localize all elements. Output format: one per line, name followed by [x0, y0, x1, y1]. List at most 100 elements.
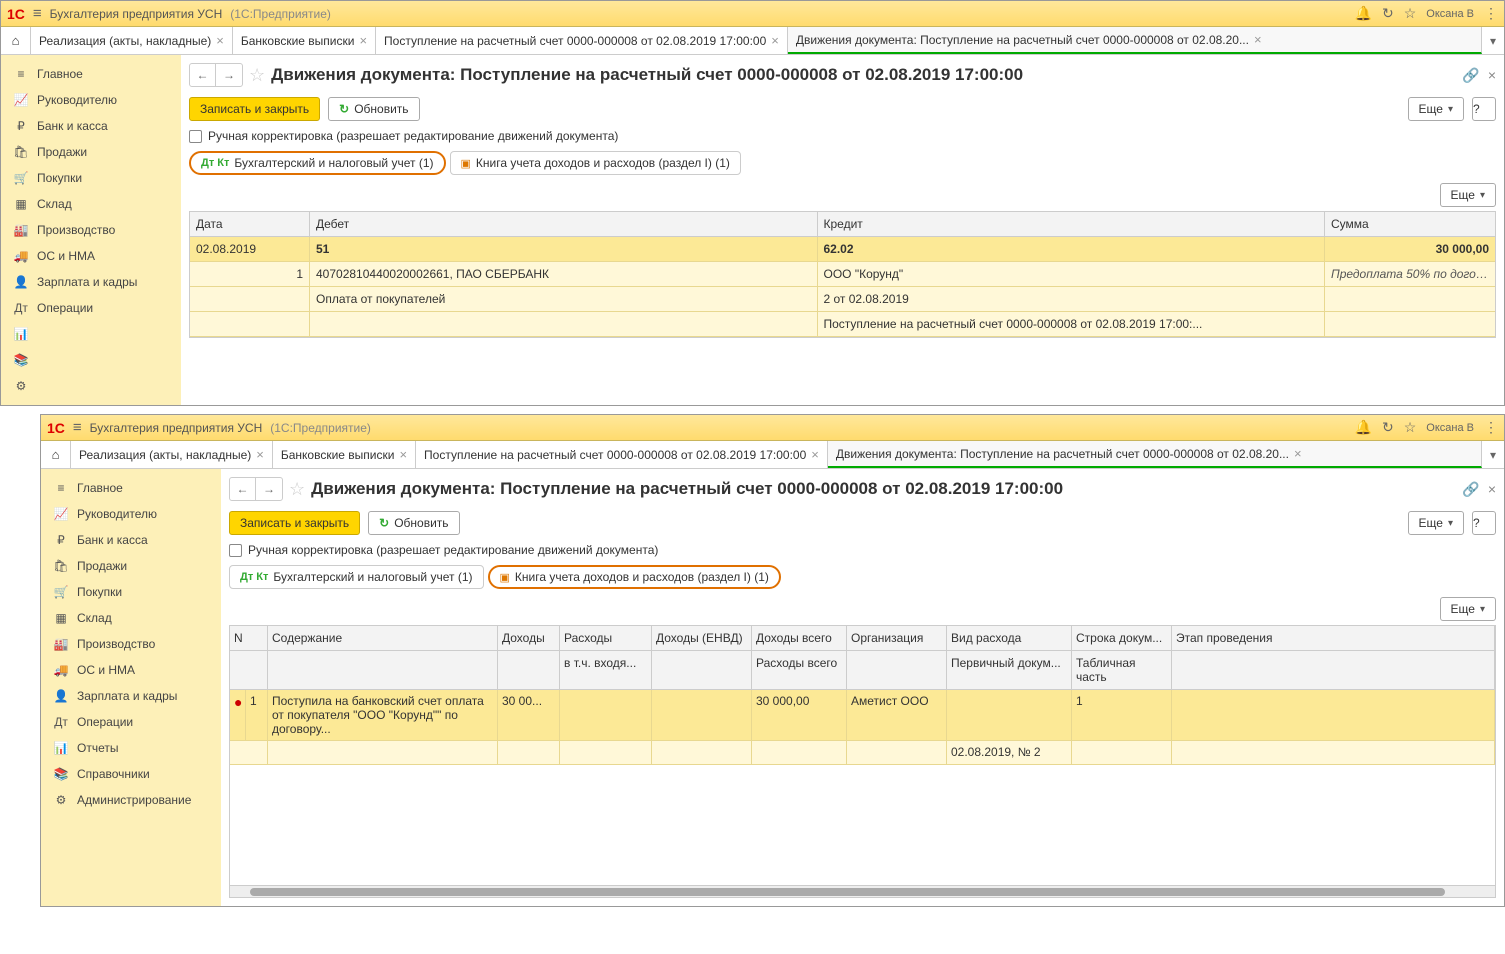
- grid-row[interactable]: 02.08.2019, № 2: [230, 741, 1495, 765]
- tab-0[interactable]: Реализация (акты, накладные)×: [31, 27, 233, 54]
- refresh-button[interactable]: ↻Обновить: [368, 511, 459, 535]
- sidebar-item-purchases[interactable]: 🛒Покупки: [41, 579, 221, 605]
- history-icon[interactable]: ↻: [1382, 5, 1394, 22]
- cell-empty: [1172, 741, 1495, 764]
- sidebar-item-ops[interactable]: ДтОперации: [1, 295, 181, 321]
- tab-kudir[interactable]: ▣Книга учета доходов и расходов (раздел …: [450, 151, 741, 175]
- back-button[interactable]: ←: [230, 478, 256, 500]
- sidebar-item-boss[interactable]: 📈Руководителю: [41, 501, 221, 527]
- close-icon[interactable]: ×: [256, 447, 264, 462]
- grid-more-button[interactable]: Еще: [1440, 183, 1496, 207]
- history-icon[interactable]: ↻: [1382, 419, 1394, 436]
- close-icon[interactable]: ×: [771, 33, 779, 48]
- tab-kudir[interactable]: ▣Книга учета доходов и расходов (раздел …: [488, 565, 781, 589]
- sidebar-item-reports[interactable]: 📊: [1, 321, 181, 347]
- sidebar-item-boss[interactable]: 📈Руководителю: [1, 87, 181, 113]
- sidebar-item-bank[interactable]: ₽Банк и касса: [41, 527, 221, 553]
- bell-icon[interactable]: 🔔: [1355, 5, 1372, 22]
- sidebar-item-bank[interactable]: ₽Банк и касса: [1, 113, 181, 139]
- grid-row[interactable]: ● 1 Поступила на банковский счет оплата …: [230, 690, 1495, 741]
- menu-icon[interactable]: ≡: [73, 419, 82, 436]
- close-icon[interactable]: ×: [1254, 32, 1262, 47]
- back-button[interactable]: ←: [190, 64, 216, 86]
- bell-icon[interactable]: 🔔: [1355, 419, 1372, 436]
- horizontal-scrollbar[interactable]: [230, 885, 1495, 897]
- sidebar-label: ОС и НМА: [77, 663, 135, 677]
- sidebar-item-warehouse[interactable]: ▦Склад: [1, 191, 181, 217]
- sidebar-item-sales[interactable]: 🛍Продажи: [1, 139, 181, 165]
- sidebar-item-production[interactable]: 🏭Производство: [1, 217, 181, 243]
- close-page-icon[interactable]: ×: [1488, 481, 1496, 497]
- titlebar-dropdown-icon[interactable]: ⋮: [1484, 5, 1498, 22]
- sidebar-item-sales[interactable]: 🛍Продажи: [41, 553, 221, 579]
- favorite-icon[interactable]: ☆: [289, 479, 305, 500]
- cell-income-total: 30 000,00: [752, 690, 847, 740]
- close-icon[interactable]: ×: [359, 33, 367, 48]
- sidebar-item-admin[interactable]: ⚙Администрирование: [41, 787, 221, 813]
- col-debit: Дебет: [310, 212, 818, 236]
- save-close-button[interactable]: Записать и закрыть: [189, 97, 320, 121]
- sidebar-item-salary[interactable]: 👤Зарплата и кадры: [41, 683, 221, 709]
- sidebar-item-main[interactable]: ≡Главное: [1, 61, 181, 87]
- sidebar-item-salary[interactable]: 👤Зарплата и кадры: [1, 269, 181, 295]
- manual-edit-checkbox[interactable]: [229, 544, 242, 557]
- sidebar-item-refs[interactable]: 📚Справочники: [41, 761, 221, 787]
- page-title: Движения документа: Поступление на расче…: [271, 65, 1456, 85]
- manual-edit-checkbox[interactable]: [189, 130, 202, 143]
- tab-1[interactable]: Банковские выписки×: [233, 27, 376, 54]
- save-close-button[interactable]: Записать и закрыть: [229, 511, 360, 535]
- tab-accounting[interactable]: Дт КтБухгалтерский и налоговый учет (1): [229, 565, 484, 589]
- star-icon[interactable]: ☆: [1404, 5, 1417, 22]
- forward-button[interactable]: →: [256, 478, 282, 500]
- close-icon[interactable]: ×: [1294, 446, 1302, 461]
- grid-row[interactable]: Оплата от покупателей 2 от 02.08.2019: [190, 287, 1495, 312]
- tab-home[interactable]: ⌂: [1, 27, 31, 54]
- link-icon[interactable]: 🔗: [1462, 481, 1479, 498]
- tab-2[interactable]: Поступление на расчетный счет 0000-00000…: [416, 441, 828, 468]
- close-icon[interactable]: ×: [399, 447, 407, 462]
- sidebar-item-warehouse[interactable]: ▦Склад: [41, 605, 221, 631]
- tab-accounting[interactable]: Дт КтБухгалтерский и налоговый учет (1): [189, 151, 446, 175]
- sidebar-item-os[interactable]: 🚚ОС и НМА: [1, 243, 181, 269]
- sidebar-item-production[interactable]: 🏭Производство: [41, 631, 221, 657]
- tab-dropdown-icon[interactable]: ▾: [1482, 441, 1504, 468]
- sidebar-item-os[interactable]: 🚚ОС и НМА: [41, 657, 221, 683]
- refresh-button[interactable]: ↻Обновить: [328, 97, 419, 121]
- link-icon[interactable]: 🔗: [1462, 67, 1479, 84]
- scroll-thumb[interactable]: [250, 888, 1445, 896]
- tab-1[interactable]: Банковские выписки×: [273, 441, 416, 468]
- help-button[interactable]: ?: [1472, 97, 1496, 121]
- forward-button[interactable]: →: [216, 64, 242, 86]
- tab-3[interactable]: Движения документа: Поступление на расче…: [828, 441, 1482, 468]
- star-icon[interactable]: ☆: [1404, 419, 1417, 436]
- tab-dropdown-icon[interactable]: ▾: [1482, 27, 1504, 54]
- cell-empty: [847, 741, 947, 764]
- truck-icon: 🚚: [13, 249, 29, 263]
- tab-0[interactable]: Реализация (акты, накладные)×: [71, 441, 273, 468]
- favorite-icon[interactable]: ☆: [249, 65, 265, 86]
- more-button[interactable]: Еще: [1408, 511, 1464, 535]
- more-button[interactable]: Еще: [1408, 97, 1464, 121]
- titlebar-dropdown-icon[interactable]: ⋮: [1484, 419, 1498, 436]
- sidebar-item-reports[interactable]: 📊Отчеты: [41, 735, 221, 761]
- sidebar-item-main[interactable]: ≡Главное: [41, 475, 221, 501]
- grid-row[interactable]: Поступление на расчетный счет 0000-00000…: [190, 312, 1495, 337]
- close-page-icon[interactable]: ×: [1488, 67, 1496, 83]
- app-sub: (1С:Предприятие): [230, 7, 331, 21]
- help-button[interactable]: ?: [1472, 511, 1496, 535]
- tab-home[interactable]: ⌂: [41, 441, 71, 468]
- tab-2[interactable]: Поступление на расчетный счет 0000-00000…: [376, 27, 788, 54]
- grid-row[interactable]: 1 40702810440020002661, ПАО СБЕРБАНК ООО…: [190, 262, 1495, 287]
- sidebar-item-ops[interactable]: ДтОперации: [41, 709, 221, 735]
- sidebar-item-purchases[interactable]: 🛒Покупки: [1, 165, 181, 191]
- cell-debit: 51: [310, 237, 818, 261]
- grid-more-button[interactable]: Еще: [1440, 597, 1496, 621]
- manual-edit-label: Ручная корректировка (разрешает редактир…: [248, 543, 658, 557]
- menu-icon[interactable]: ≡: [33, 5, 42, 22]
- sidebar-item-admin[interactable]: ⚙: [1, 373, 181, 399]
- sidebar-item-refs[interactable]: 📚: [1, 347, 181, 373]
- close-icon[interactable]: ×: [216, 33, 224, 48]
- grid-row[interactable]: 02.08.2019 51 62.02 30 000,00: [190, 237, 1495, 262]
- tab-3[interactable]: Движения документа: Поступление на расче…: [788, 27, 1482, 54]
- close-icon[interactable]: ×: [811, 447, 819, 462]
